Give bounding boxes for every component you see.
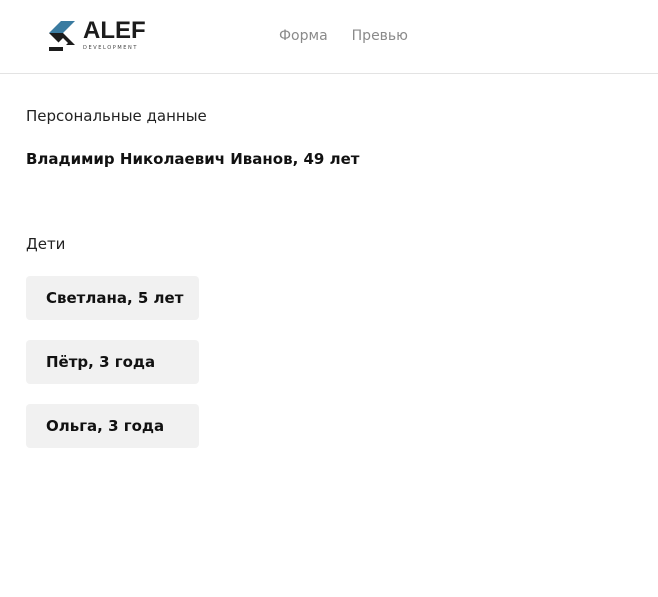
children-list: Светлана, 5 лет Пётр, 3 года Ольга, 3 го… (26, 276, 199, 448)
alef-logo-icon (49, 21, 75, 51)
child-card: Светлана, 5 лет (26, 276, 199, 320)
main-nav: Форма Превью (279, 27, 408, 45)
child-card: Пётр, 3 года (26, 340, 199, 384)
alef-logo[interactable]: ALEF DEVELOPMENT (49, 17, 146, 54)
child-card: Ольга, 3 года (26, 404, 199, 448)
nav-link-preview[interactable]: Превью (352, 27, 408, 45)
header: ALEF DEVELOPMENT Форма Превью (0, 0, 658, 74)
nav-link-form[interactable]: Форма (279, 27, 328, 45)
logo-wordmark: ALEF (83, 17, 146, 44)
children-title: Дети (26, 235, 66, 253)
logo-tagline: DEVELOPMENT (83, 45, 139, 51)
personal-data-title: Персональные данные (26, 107, 207, 125)
person-summary: Владимир Николаевич Иванов, 49 лет (26, 150, 360, 168)
